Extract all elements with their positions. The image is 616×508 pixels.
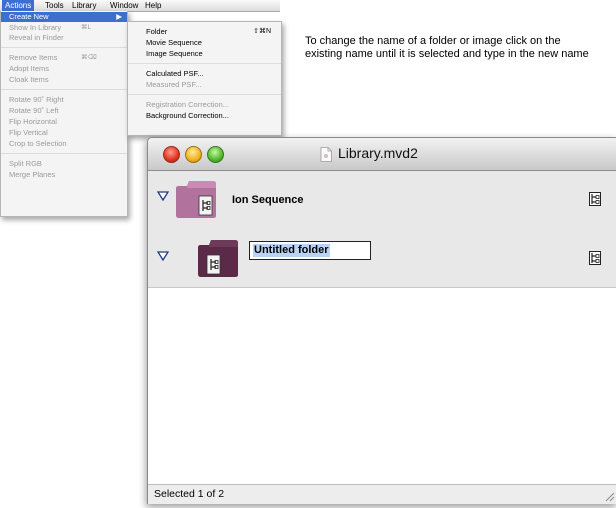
library-row[interactable]: Ion Sequence: [148, 171, 616, 230]
menu-item-rotate-right[interactable]: Rotate 90˚ Right: [1, 95, 127, 105]
submenu-item-measured-psf[interactable]: Measured PSF...: [128, 80, 281, 90]
submenu-item-shortcut: ⇧⌘N: [253, 28, 271, 35]
menu-item-label: Reveal in Finder: [9, 33, 64, 42]
library-row[interactable]: Untitled folder: [148, 229, 616, 288]
submenu-item-label: Movie Sequence: [146, 38, 202, 47]
window-title: Library.mvd2: [338, 145, 418, 161]
submenu-item-movie-sequence[interactable]: Movie Sequence: [128, 38, 281, 48]
menu-item-label: Merge Planes: [9, 170, 56, 179]
menu-item-show-in-library[interactable]: Show In Library ⌘L: [1, 23, 127, 33]
menu-item-cloak-items[interactable]: Cloak Items: [1, 75, 127, 85]
menu-item-label: Cloak Items: [9, 75, 49, 84]
menu-actions[interactable]: Actions: [2, 0, 35, 11]
menu-item-label: Flip Horizontal: [9, 117, 57, 126]
resize-grip-icon[interactable]: [603, 490, 615, 502]
submenu-item-label: Measured PSF...: [146, 80, 202, 89]
submenu-arrow-icon: ▶: [116, 12, 122, 21]
menu-help[interactable]: Help: [142, 0, 164, 11]
zoom-button[interactable]: [207, 146, 224, 163]
rename-input-text[interactable]: Untitled folder: [253, 244, 330, 257]
instruction-text: To change the name of a folder or image …: [305, 35, 589, 60]
menu-separator: [1, 47, 127, 48]
library-window: Library.mvd2 Ion Sequence Untitled folde…: [147, 137, 616, 504]
menu-item-shortcut: ⌘L: [81, 24, 92, 31]
menu-item-crop-to-selection[interactable]: Crop to Selection: [1, 139, 127, 149]
submenu-item-label: Registration Correction...: [146, 100, 229, 109]
menu-item-label: Remove Items: [9, 53, 58, 62]
submenu-separator: [128, 94, 281, 95]
menu-item-split-rgb[interactable]: Split RGB: [1, 159, 127, 169]
menu-window[interactable]: Window: [107, 0, 141, 11]
close-button[interactable]: [163, 146, 180, 163]
menu-item-adopt-items[interactable]: Adopt Items: [1, 64, 127, 74]
menu-item-rotate-left[interactable]: Rotate 90˚ Left: [1, 106, 127, 116]
menu-library[interactable]: Library: [69, 0, 99, 11]
menu-item-label: Create New: [9, 12, 49, 21]
sequence-icon[interactable]: [589, 192, 601, 206]
window-titlebar[interactable]: Library.mvd2: [148, 138, 616, 171]
submenu-item-label: Image Sequence: [146, 49, 203, 58]
row-name[interactable]: Ion Sequence: [232, 194, 304, 206]
sequence-icon[interactable]: [589, 251, 601, 265]
submenu-item-label: Folder: [146, 27, 168, 36]
menu-item-label: Rotate 90˚ Right: [9, 95, 64, 104]
menu-item-label: Crop to Selection: [9, 139, 67, 148]
submenu-item-calculated-psf[interactable]: Calculated PSF...: [128, 69, 281, 79]
menu-item-label: Rotate 90˚ Left: [9, 106, 59, 115]
document-icon: [320, 147, 332, 162]
menu-item-label: Show In Library: [9, 23, 62, 32]
create-new-submenu: Folder ⇧⌘N Movie Sequence Image Sequence…: [127, 21, 282, 136]
minimize-button[interactable]: [185, 146, 202, 163]
submenu-item-background-correction[interactable]: Background Correction...: [128, 111, 281, 121]
menu-item-flip-vertical[interactable]: Flip Vertical: [1, 128, 127, 138]
menu-item-label: Flip Vertical: [9, 128, 48, 137]
actions-menu: Create New ▶ Show In Library ⌘L Reveal i…: [0, 11, 128, 217]
menu-separator: [1, 153, 127, 154]
rename-input[interactable]: Untitled folder: [249, 241, 371, 260]
disclosure-triangle-icon[interactable]: [157, 191, 169, 201]
disclosure-triangle-icon[interactable]: [157, 251, 169, 261]
menu-item-create-new[interactable]: Create New ▶: [1, 12, 127, 22]
menu-tools[interactable]: Tools: [42, 0, 67, 11]
menu-item-shortcut: ⌘⌫: [81, 54, 97, 61]
menu-item-label: Split RGB: [9, 159, 42, 168]
menu-item-merge-planes[interactable]: Merge Planes: [1, 170, 127, 180]
selection-status: Selected 1 of 2: [154, 488, 225, 500]
submenu-item-label: Background Correction...: [146, 111, 229, 120]
folder-icon: [176, 181, 216, 218]
menu-item-label: Adopt Items: [9, 64, 50, 73]
menu-separator: [1, 89, 127, 90]
folder-icon: [198, 240, 238, 277]
status-bar: Selected 1 of 2: [148, 484, 616, 504]
submenu-separator: [128, 63, 281, 64]
submenu-item-label: Calculated PSF...: [146, 69, 204, 78]
submenu-item-image-sequence[interactable]: Image Sequence: [128, 49, 281, 59]
menu-item-remove-items[interactable]: Remove Items ⌘⌫: [1, 53, 127, 63]
submenu-item-registration-correction[interactable]: Registration Correction...: [128, 100, 281, 110]
menu-item-flip-horizontal[interactable]: Flip Horizontal: [1, 117, 127, 127]
menu-item-reveal-in-finder[interactable]: Reveal in Finder: [1, 33, 127, 43]
submenu-item-folder[interactable]: Folder ⇧⌘N: [128, 27, 281, 37]
